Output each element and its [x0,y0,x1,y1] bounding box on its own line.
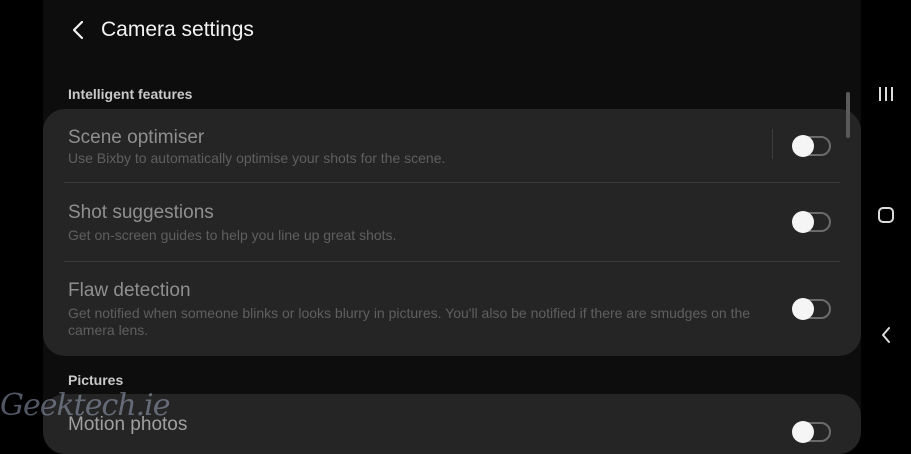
watermark: Geektech.ie [0,388,170,423]
scrollbar[interactable] [846,92,850,138]
intelligent-features-card: Scene optimiser Use Bixby to automatical… [43,109,861,356]
toggle-knob [792,135,814,157]
home-icon [878,207,894,223]
scene-optimiser-toggle[interactable] [792,135,831,157]
setting-description: Use Bixby to automatically optimise your… [68,150,446,166]
setting-description: Get on-screen guides to help you line up… [68,227,397,243]
vertical-divider [772,129,773,159]
setting-description: Get notified when someone blinks or look… [68,305,751,338]
back-button[interactable] [65,17,91,43]
toggle-knob [792,211,814,233]
recents-icon [879,87,893,101]
toggle-knob [792,421,814,443]
section-label-pictures: Pictures [68,372,124,388]
page-title: Camera settings [101,18,254,41]
settings-screen: Camera settings Intelligent features Sce… [43,0,861,454]
toggle-knob [792,298,814,320]
motion-photos-toggle[interactable] [792,421,831,443]
app-bar: Camera settings [43,0,861,62]
back-nav-button[interactable] [873,322,899,348]
chevron-left-icon [72,20,84,40]
setting-row-scene-optimiser[interactable]: Scene optimiser Use Bixby to automatical… [43,109,861,182]
shot-suggestions-toggle[interactable] [792,211,831,233]
navigation-bar [861,0,911,431]
setting-row-shot-suggestions[interactable]: Shot suggestions Get on-screen guides to… [43,183,861,261]
setting-title: Flaw detection [68,280,191,301]
home-button[interactable] [873,202,899,228]
back-icon [882,327,890,343]
setting-title: Scene optimiser [68,127,205,148]
flaw-detection-toggle[interactable] [792,298,831,320]
setting-title: Shot suggestions [68,202,214,223]
section-label-intelligent-features: Intelligent features [68,86,193,102]
recents-button[interactable] [873,81,899,107]
setting-row-flaw-detection[interactable]: Flaw detection Get notified when someone… [43,262,861,356]
